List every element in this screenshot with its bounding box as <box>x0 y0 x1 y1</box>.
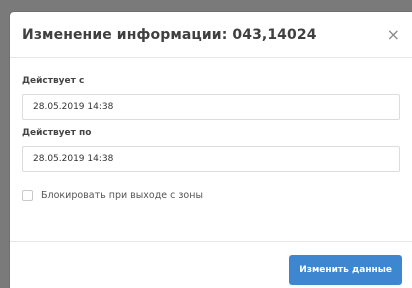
modal-footer: Изменить данные <box>10 241 412 288</box>
valid-to-label: Действует по <box>22 128 92 138</box>
valid-to-input[interactable]: 28.05.2019 14:38 <box>22 146 400 172</box>
page: Изменение информации: 043,14024 × Действ… <box>0 0 412 288</box>
modal-body: Действует с 28.05.2019 14:38 Действует п… <box>10 58 412 201</box>
close-icon[interactable]: × <box>387 26 400 43</box>
block-on-exit-row[interactable]: Блокировать при выходе с зоны <box>22 190 400 201</box>
modal-header: Изменение информации: 043,14024 × <box>10 12 412 58</box>
checkbox-icon[interactable] <box>22 190 33 201</box>
edit-info-modal: Изменение информации: 043,14024 × Действ… <box>10 12 412 288</box>
valid-from-label: Действует с <box>22 76 85 86</box>
valid-from-value: 28.05.2019 14:38 <box>33 102 114 112</box>
valid-to-value: 28.05.2019 14:38 <box>33 154 114 164</box>
block-on-exit-label: Блокировать при выходе с зоны <box>41 190 203 201</box>
modal-title: Изменение информации: 043,14024 <box>22 26 317 43</box>
valid-from-input[interactable]: 28.05.2019 14:38 <box>22 94 400 120</box>
submit-button[interactable]: Изменить данные <box>289 255 402 285</box>
